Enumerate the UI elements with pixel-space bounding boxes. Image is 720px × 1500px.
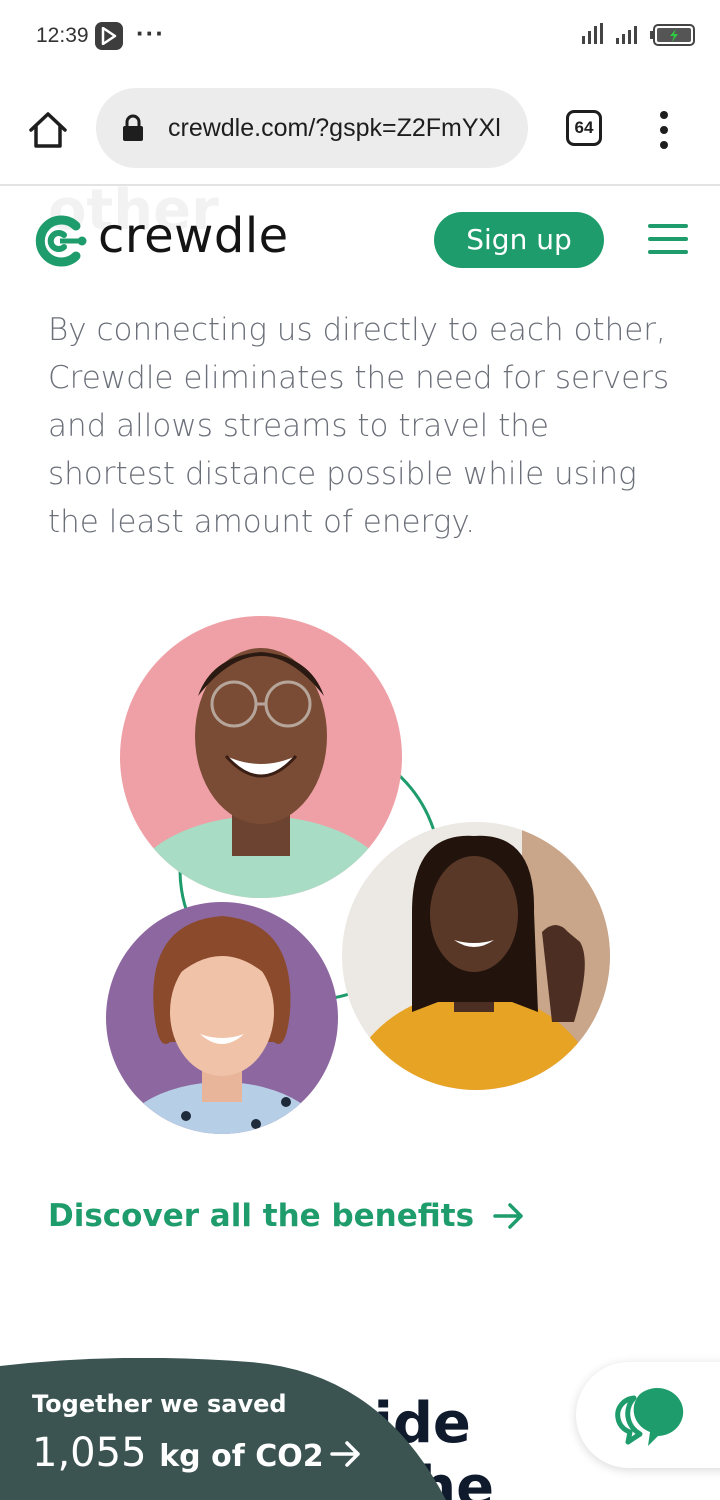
co2-savings-banner[interactable]: Together we saved 1,055 kg of CO2 — [0, 1358, 446, 1500]
intro-paragraph: By connecting us directly to each other,… — [48, 312, 670, 540]
tab-switcher-button[interactable]: 64 — [566, 110, 602, 146]
co2-amount-line: 1,055 kg of CO2 — [32, 1430, 324, 1476]
status-bar: 12:39 ··· — [0, 0, 720, 74]
avatar-waving-woman — [342, 822, 610, 1090]
media-play-icon — [95, 22, 123, 50]
arrow-right-icon[interactable] — [493, 1202, 525, 1230]
signup-button[interactable]: Sign up — [434, 212, 604, 268]
chat-widget-button[interactable] — [576, 1362, 720, 1468]
cell-signal-icon — [582, 23, 637, 44]
avatar-smiling-man — [120, 616, 402, 898]
discover-benefits-label[interactable]: Discover all the benefits — [48, 1198, 474, 1234]
avatar-smiling-woman-redhair — [106, 902, 338, 1134]
address-bar[interactable]: crewdle.com/?gspk=Z2FmYXl — [96, 88, 528, 168]
co2-unit: kg of CO2 — [159, 1439, 324, 1474]
people-illustration — [100, 610, 620, 1140]
crewdle-logo-icon[interactable] — [30, 212, 88, 270]
browser-toolbar: crewdle.com/?gspk=Z2FmYXl 64 — [0, 74, 720, 186]
status-time: 12:39 — [36, 24, 89, 47]
home-icon[interactable] — [26, 108, 70, 152]
lock-icon[interactable] — [122, 114, 144, 142]
brand-name[interactable]: crewdle — [98, 208, 289, 264]
arrow-right-icon[interactable] — [330, 1440, 362, 1468]
kebab-menu-icon[interactable] — [656, 110, 672, 150]
site-header: other crewdle Sign up — [0, 178, 720, 288]
chat-bubbles-icon[interactable] — [610, 1374, 688, 1452]
discover-benefits-link[interactable]: Discover all the benefits — [48, 1198, 525, 1234]
battery-charging-icon — [650, 24, 695, 46]
hamburger-icon[interactable] — [648, 224, 688, 256]
more-notifications-icon: ··· — [136, 18, 165, 48]
co2-label: Together we saved — [32, 1390, 287, 1418]
co2-amount: 1,055 — [32, 1430, 147, 1476]
url-text[interactable]: crewdle.com/?gspk=Z2FmYXl — [168, 114, 513, 143]
banner-background — [0, 1358, 446, 1500]
